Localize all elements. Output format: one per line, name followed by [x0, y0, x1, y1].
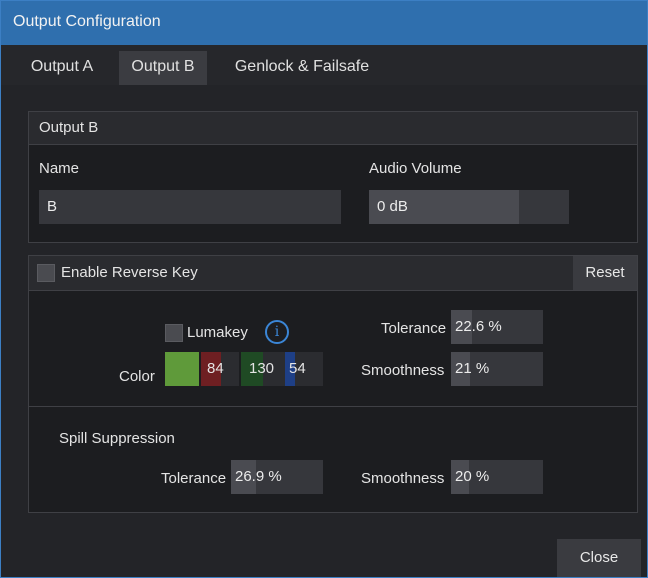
tab-bar: Output A Output B Genlock & Failsafe — [1, 45, 647, 85]
tab-genlock-failsafe[interactable]: Genlock & Failsafe — [227, 51, 377, 85]
info-icon[interactable]: i — [265, 320, 289, 344]
tab-output-b[interactable]: Output B — [119, 51, 207, 85]
reset-button[interactable]: Reset — [573, 256, 637, 290]
red-channel-input[interactable]: 84 — [201, 352, 239, 386]
title-bar: Output Configuration — [1, 1, 647, 45]
color-swatch[interactable] — [165, 352, 199, 386]
spill-suppression-title: Spill Suppression — [59, 430, 175, 447]
audio-volume-slider[interactable]: 0 dB — [369, 190, 569, 224]
smoothness-value: 21 % — [455, 360, 490, 377]
window-title: Output Configuration — [13, 13, 161, 30]
audio-volume-label: Audio Volume — [369, 160, 462, 177]
lumakey-checkbox[interactable] — [165, 324, 183, 342]
close-button[interactable]: Close — [557, 539, 641, 577]
name-label: Name — [39, 160, 80, 177]
spill-tolerance-label: Tolerance — [161, 470, 227, 487]
name-value: B — [47, 198, 58, 215]
tolerance-label: Tolerance — [381, 320, 447, 337]
reverse-key-section: Enable Reverse Key Reset Lumakey i Color… — [28, 255, 638, 513]
output-section-title: Output B — [39, 119, 99, 136]
green-channel-input[interactable]: 130 — [241, 352, 285, 386]
audio-volume-value: 0 dB — [377, 198, 408, 215]
tolerance-value: 22.6 % — [455, 318, 502, 335]
blue-channel-value: 54 — [289, 360, 306, 377]
red-channel-value: 84 — [207, 360, 224, 377]
green-channel-value: 130 — [249, 360, 275, 377]
spill-smoothness-value: 20 % — [455, 468, 490, 485]
smoothness-label: Smoothness — [361, 362, 445, 379]
lumakey-label: Lumakey — [187, 324, 248, 341]
spill-smoothness-slider[interactable]: 20 % — [451, 460, 543, 494]
output-configuration-dialog: Output Configuration Output A Output B G… — [0, 0, 648, 578]
enable-reverse-key-checkbox[interactable] — [37, 264, 55, 282]
spill-smoothness-label: Smoothness — [361, 470, 445, 487]
output-section: Output B Name B Audio Volume 0 dB — [28, 111, 638, 243]
blue-channel-input[interactable]: 54 — [285, 352, 323, 386]
color-label: Color — [119, 368, 155, 385]
name-input[interactable]: B — [39, 190, 341, 224]
enable-reverse-key-label: Enable Reverse Key — [61, 264, 198, 281]
spill-tolerance-slider[interactable]: 26.9 % — [231, 460, 323, 494]
tolerance-slider[interactable]: 22.6 % — [451, 310, 543, 344]
smoothness-slider[interactable]: 21 % — [451, 352, 543, 386]
tab-output-a[interactable]: Output A — [21, 51, 103, 85]
section-divider — [29, 406, 637, 407]
spill-tolerance-value: 26.9 % — [235, 468, 282, 485]
output-section-header: Output B — [29, 112, 637, 145]
reverse-key-header: Enable Reverse Key Reset — [29, 256, 637, 291]
